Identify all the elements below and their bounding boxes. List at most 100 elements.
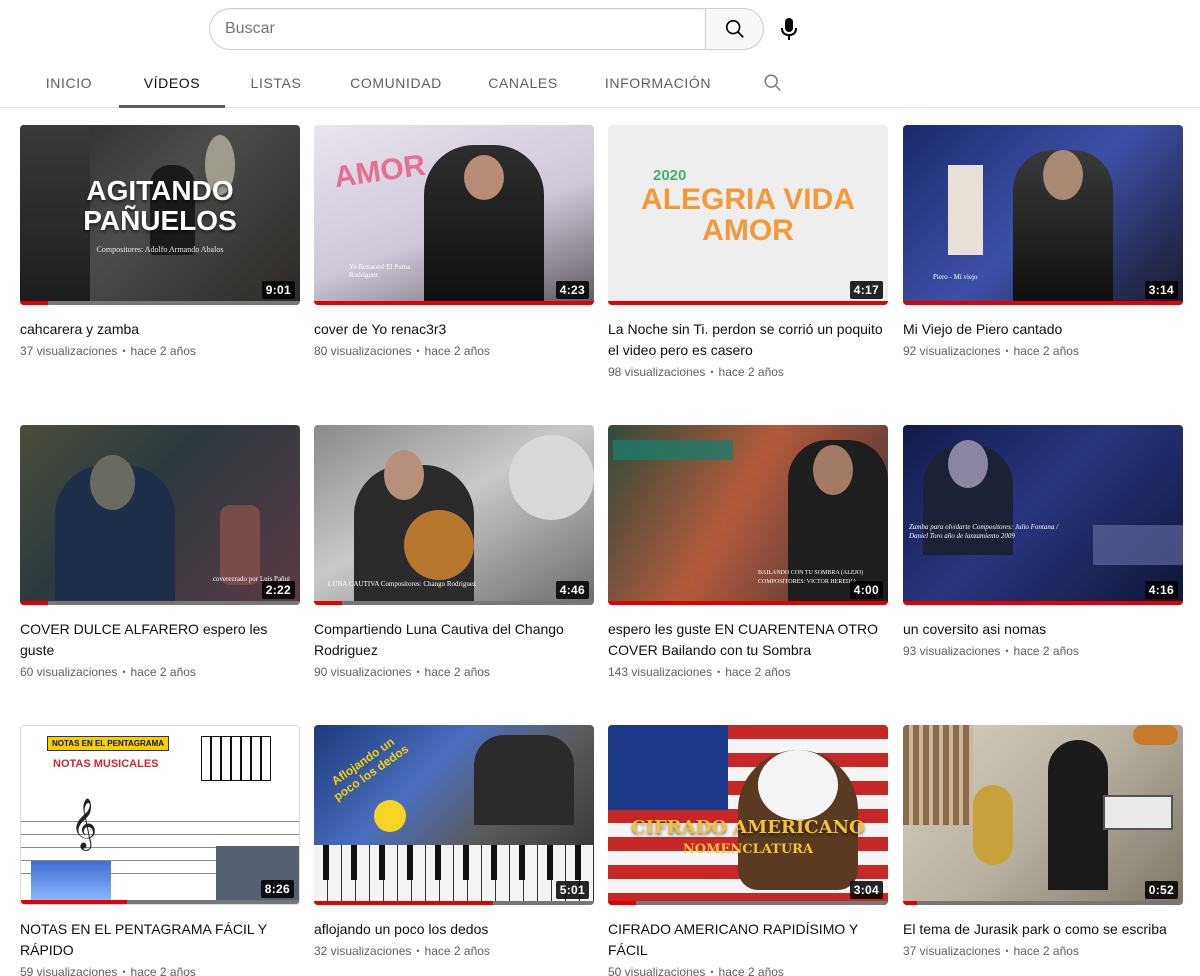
video-card[interactable]: Aflojando un poco los dedos 5:01 aflojan…: [314, 725, 594, 958]
view-count: 98 visualizaciones: [608, 365, 706, 379]
video-thumbnail[interactable]: Zamba para olvidarte Compositores: Julio…: [903, 425, 1183, 605]
upload-age: hace 2 años: [424, 344, 490, 358]
video-duration: 4:00: [849, 581, 883, 599]
video-duration: 8:26: [260, 880, 294, 898]
video-card[interactable]: CIFRADO AMERICANO NOMENCLATURA 3:04 CIFR…: [608, 725, 888, 976]
tab-listas[interactable]: LISTAS: [226, 58, 326, 108]
video-duration: 3:04: [849, 881, 883, 899]
video-card[interactable]: AMOR Yo Renaceré El Puma Rodríguez 4:23 …: [314, 125, 594, 358]
video-duration: 4:16: [1144, 581, 1178, 599]
channel-tabs: INICIO VÍDEOS LISTAS COMUNIDAD CANALES I…: [0, 58, 1200, 108]
video-card[interactable]: LUNA CAUTIVA Compositores: Chango Rodrig…: [314, 425, 594, 679]
video-card[interactable]: BAILANDO CON TU SOMBRA (ALEJO) COMPOSITO…: [608, 425, 888, 679]
video-duration: 3:14: [1144, 281, 1178, 299]
view-count: 37 visualizaciones: [20, 344, 118, 358]
video-meta: 90 visualizaciones • hace 2 años: [314, 665, 490, 679]
video-meta: 98 visualizaciones • hace 2 años: [608, 365, 784, 379]
video-meta: 37 visualizaciones • hace 2 años: [20, 344, 196, 358]
video-meta: 92 visualizaciones • hace 2 años: [903, 344, 1079, 358]
upload-age: hace 2 años: [130, 344, 196, 358]
video-title[interactable]: CIFRADO AMERICANO RAPIDÍSIMO Y FÁCIL: [608, 919, 888, 961]
video-duration: 9:01: [261, 281, 295, 299]
watch-progress: [20, 301, 300, 305]
thumbnail-text: CIFRADO AMERICANO NOMENCLATURA: [631, 817, 865, 857]
watch-progress: [20, 601, 300, 605]
search-bar: [209, 8, 764, 50]
view-count: 92 visualizaciones: [903, 344, 1001, 358]
video-title[interactable]: NOTAS EN EL PENTAGRAMA FÁCIL Y RÁPIDO: [20, 919, 300, 961]
watch-progress: [314, 301, 594, 305]
upload-age: hace 2 años: [424, 944, 490, 958]
video-thumbnail[interactable]: 0:52: [903, 725, 1183, 905]
microphone-icon: [781, 18, 797, 40]
video-title[interactable]: cahcarera y zamba: [20, 319, 300, 340]
video-thumbnail[interactable]: AMOR Yo Renaceré El Puma Rodríguez 4:23: [314, 125, 594, 305]
video-card[interactable]: NOTAS EN EL PENTAGRAMA NOTAS MUSICALES 𝄞…: [20, 725, 300, 976]
view-count: 37 visualizaciones: [903, 944, 1001, 958]
video-thumbnail[interactable]: coverezrado por Luis Pañui 2:22: [20, 425, 300, 605]
video-thumbnail[interactable]: BAILANDO CON TU SOMBRA (ALEJO) COMPOSITO…: [608, 425, 888, 605]
tab-videos[interactable]: VÍDEOS: [119, 58, 225, 108]
video-meta: 37 visualizaciones • hace 2 años: [903, 944, 1079, 958]
video-title[interactable]: Compartiendo Luna Cautiva del Chango Rod…: [314, 619, 594, 661]
upload-age: hace 2 años: [1013, 644, 1079, 658]
thumbnail-decoration: AMOR: [332, 148, 428, 195]
thumbnail-text: NOTAS MUSICALES: [53, 758, 159, 770]
video-thumbnail[interactable]: AGITANDO PAÑUELOS Compositores: Adolfo A…: [20, 125, 300, 305]
video-title[interactable]: La Noche sin Ti. perdon se corrió un poq…: [608, 319, 888, 361]
video-duration: 4:17: [849, 281, 883, 299]
upload-age: hace 2 años: [130, 965, 196, 976]
thumbnail-text: NOTAS EN EL PENTAGRAMA: [47, 736, 170, 751]
video-card[interactable]: ALEGRIA VIDA AMOR 2020 4:17 La Noche sin…: [608, 125, 888, 379]
video-meta: 59 visualizaciones • hace 2 años: [20, 965, 300, 976]
watch-progress: [314, 901, 594, 905]
watch-progress: [608, 301, 888, 305]
watch-progress: [608, 901, 888, 905]
watch-progress: [608, 601, 888, 605]
video-duration: 2:22: [261, 581, 295, 599]
video-card[interactable]: Zamba para olvidarte Compositores: Julio…: [903, 425, 1183, 658]
search-input[interactable]: [209, 8, 705, 50]
video-title[interactable]: cover de Yo renac3r3: [314, 319, 594, 340]
view-count: 32 visualizaciones: [314, 944, 412, 958]
tab-canales[interactable]: CANALES: [470, 58, 576, 108]
video-meta: 143 visualizaciones • hace 2 años: [608, 665, 791, 679]
view-count: 90 visualizaciones: [314, 665, 412, 679]
video-meta: 93 visualizaciones • hace 2 años: [903, 644, 1079, 658]
video-thumbnail[interactable]: NOTAS EN EL PENTAGRAMA NOTAS MUSICALES 𝄞…: [20, 725, 300, 905]
video-thumbnail[interactable]: Piero - Mi viejo 3:14: [903, 125, 1183, 305]
video-card[interactable]: Piero - Mi viejo 3:14 Mi Viejo de Piero …: [903, 125, 1183, 358]
video-thumbnail[interactable]: Aflojando un poco los dedos 5:01: [314, 725, 594, 905]
tab-inicio[interactable]: INICIO: [18, 58, 120, 108]
video-title[interactable]: un coversito asi nomas: [903, 619, 1183, 640]
view-count: 50 visualizaciones: [608, 965, 706, 976]
video-title[interactable]: espero les guste EN CUARENTENA OTRO COVE…: [608, 619, 888, 661]
view-count: 59 visualizaciones: [20, 965, 118, 976]
thumbnail-decoration: 2020: [653, 167, 687, 184]
video-title[interactable]: Mi Viejo de Piero cantado: [903, 319, 1183, 340]
video-card[interactable]: 0:52 El tema de Jurasik park o como se e…: [903, 725, 1183, 958]
video-duration: 4:23: [555, 281, 589, 299]
video-card[interactable]: AGITANDO PAÑUELOS Compositores: Adolfo A…: [20, 125, 300, 358]
video-thumbnail[interactable]: CIFRADO AMERICANO NOMENCLATURA 3:04: [608, 725, 888, 905]
video-title[interactable]: aflojando un poco los dedos: [314, 919, 594, 940]
search-button[interactable]: [705, 8, 764, 50]
channel-search-icon[interactable]: [762, 72, 784, 94]
tab-informacion[interactable]: INFORMACIÓN: [592, 58, 724, 108]
video-title[interactable]: El tema de Jurasik park o como se escrib…: [903, 919, 1183, 940]
thumbnail-text: AGITANDO PAÑUELOS Compositores: Adolfo A…: [83, 175, 237, 254]
video-thumbnail[interactable]: LUNA CAUTIVA Compositores: Chango Rodrig…: [314, 425, 594, 605]
tab-comunidad[interactable]: COMUNIDAD: [334, 58, 458, 108]
video-title[interactable]: COVER DULCE ALFARERO espero les guste: [20, 619, 300, 661]
watch-progress: [903, 601, 1183, 605]
treble-clef-icon: 𝄞: [71, 798, 98, 849]
upload-age: hace 2 años: [718, 365, 784, 379]
video-card[interactable]: coverezrado por Luis Pañui 2:22 COVER DU…: [20, 425, 300, 679]
video-duration: 0:52: [1144, 881, 1178, 899]
watch-progress: [903, 901, 1183, 905]
video-thumbnail[interactable]: ALEGRIA VIDA AMOR 2020 4:17: [608, 125, 888, 305]
video-meta: 32 visualizaciones • hace 2 años: [314, 944, 490, 958]
upload-age: hace 2 años: [718, 965, 784, 976]
upload-age: hace 2 años: [1013, 344, 1079, 358]
voice-search-button[interactable]: [775, 12, 803, 46]
